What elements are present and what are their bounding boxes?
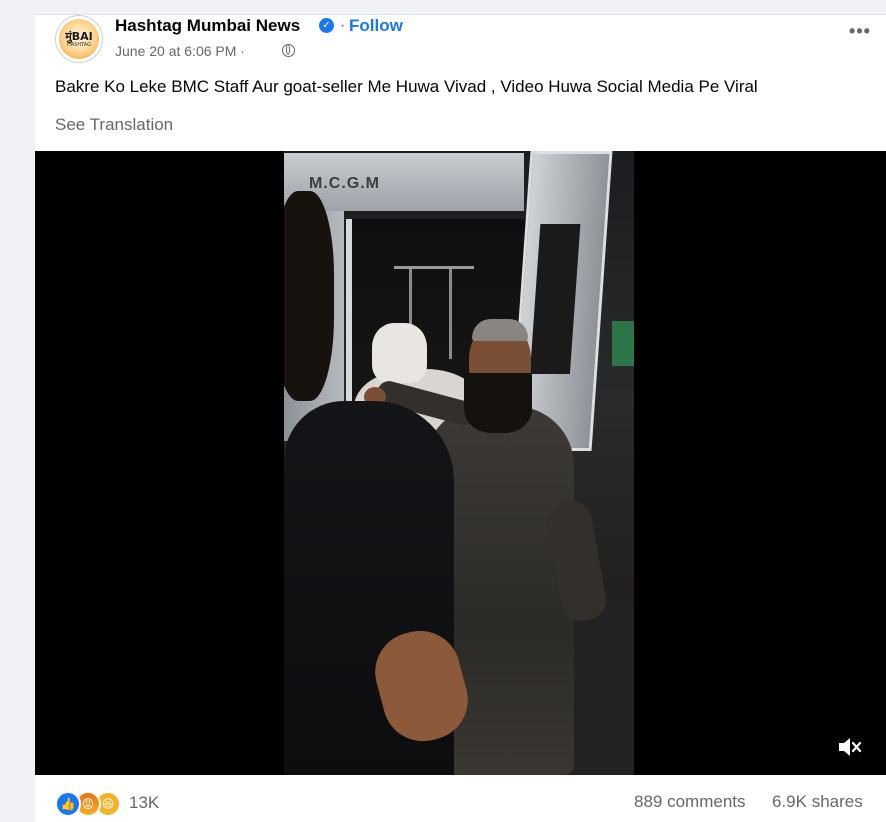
post-text: Bakre Ko Leke BMC Staff Aur goat-seller … xyxy=(55,77,758,96)
mute-button[interactable] xyxy=(835,733,863,761)
man-cap xyxy=(472,319,528,341)
post-timestamp[interactable]: June 20 at 6:06 PM · xyxy=(115,43,245,59)
avatar-logo-text: मुंBAI xyxy=(65,29,93,43)
header-separator: · xyxy=(340,17,346,34)
comments-count-link[interactable]: 889 comments xyxy=(634,792,746,812)
globe-icon xyxy=(282,44,295,57)
see-translation-link[interactable]: See Translation xyxy=(55,115,173,135)
goat-head xyxy=(372,323,427,383)
reaction-count[interactable]: 13K xyxy=(129,793,159,813)
background-light xyxy=(612,321,634,366)
van-label: M.C.G.M xyxy=(309,175,380,192)
shares-count-link[interactable]: 6.9K shares xyxy=(772,792,863,812)
foreground-person-head xyxy=(284,191,334,401)
man-beard xyxy=(464,373,532,433)
speaker-muted-icon xyxy=(839,738,862,756)
page-name-link[interactable]: Hashtag Mumbai News xyxy=(115,16,300,36)
reactions-summary[interactable]: 👍 😡 😆 xyxy=(55,791,130,817)
post-card: मुंBAI HASHTAG Hashtag Mumbai News ✓ · F… xyxy=(35,14,886,822)
verified-badge-icon: ✓ xyxy=(319,18,334,33)
post-footer: 👍 😡 😆 13K 889 comments 6.9K shares xyxy=(35,775,886,822)
video-controls xyxy=(35,711,886,775)
avatar-logo-subtext: HASHTAG xyxy=(67,41,91,48)
video-player[interactable]: M.C.G.M xyxy=(35,151,886,775)
page-gutter xyxy=(0,0,35,821)
more-options-button[interactable]: ••• xyxy=(845,22,875,47)
post-header: मुंBAI HASHTAG Hashtag Mumbai News ✓ · F… xyxy=(55,15,875,75)
follow-button[interactable]: Follow xyxy=(349,16,403,36)
video-frame: M.C.G.M xyxy=(284,151,634,775)
avatar-logo: मुंBAI HASHTAG xyxy=(59,19,99,59)
like-icon: 👍 xyxy=(55,791,81,817)
page-avatar[interactable]: मुंBAI HASHTAG xyxy=(55,15,103,63)
